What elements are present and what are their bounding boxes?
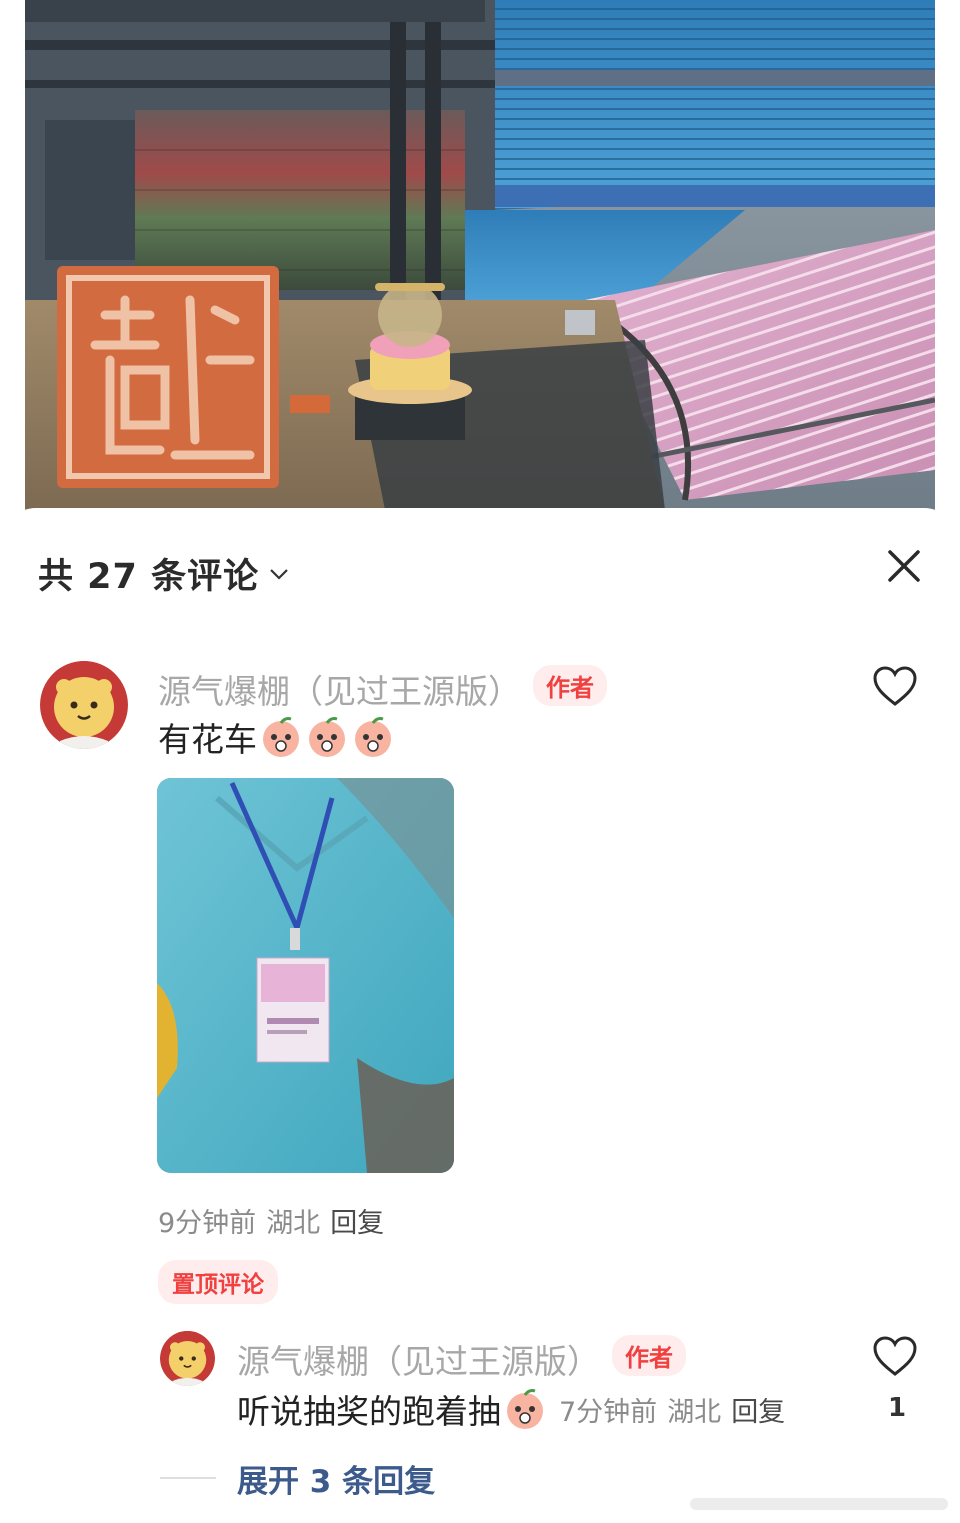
comment-location: 湖北 (266, 1208, 321, 1239)
peach-emoji-icon (259, 715, 303, 759)
reply-reply-button[interactable]: 回复 (731, 1397, 785, 1428)
comment-text: 有花车 (158, 713, 395, 761)
author-badge: 作者 (533, 665, 607, 706)
comment-count-title: 共 27 条评论 (38, 556, 260, 597)
comment-count-header[interactable]: 共 27 条评论 (38, 548, 289, 598)
heart-icon[interactable] (872, 665, 918, 711)
reply-button[interactable]: 回复 (330, 1208, 384, 1239)
comment-time: 9分钟前 (158, 1208, 257, 1239)
reply-like-count: 1 (888, 1393, 907, 1423)
seal-stamp (57, 266, 279, 488)
pinned-comment-tag: 置顶评论 (158, 1260, 278, 1304)
stadium-photo-image (25, 0, 935, 510)
reply-author-badge: 作者 (612, 1335, 686, 1376)
reply-heart-icon[interactable] (872, 1335, 918, 1381)
home-indicator (690, 1498, 948, 1510)
peach-emoji-icon (503, 1387, 547, 1431)
chevron-down-icon[interactable] (269, 566, 289, 585)
lion-avatar-icon (160, 1331, 215, 1386)
reply-text-body: 听说抽奖的跑着抽 (237, 1392, 501, 1431)
comment-text-body: 有花车 (158, 720, 257, 759)
comment-attached-photo[interactable] (157, 778, 454, 1173)
reply-time: 7分钟前 (559, 1396, 658, 1428)
reply-username[interactable]: 源气爆棚（见过王源版） (237, 1335, 600, 1383)
close-icon[interactable] (884, 546, 924, 586)
expand-replies-button[interactable]: 展开 3 条回复 (237, 1456, 435, 1501)
expand-divider (160, 1477, 216, 1479)
comment-sheet: 共 27 条评论 源气爆棚（见过王源版） 作者 有花车 9分钟前 湖北 回复 置… (0, 508, 960, 1523)
peach-emoji-icon (351, 715, 395, 759)
comment-username[interactable]: 源气爆棚（见过王源版） (158, 665, 521, 713)
avatar[interactable] (40, 661, 128, 749)
peach-emoji-icon (305, 715, 349, 759)
reply-text: 听说抽奖的跑着抽 7分钟前 湖北 回复 (237, 1385, 785, 1433)
lion-avatar-icon (40, 661, 128, 749)
stadium-photo (0, 0, 960, 540)
comment-meta: 9分钟前 湖北 回复 (158, 1201, 384, 1240)
reply-avatar[interactable] (160, 1331, 215, 1386)
reply-location: 湖北 (667, 1396, 722, 1428)
reply-meta: 7分钟前 湖北 回复 (559, 1390, 785, 1429)
